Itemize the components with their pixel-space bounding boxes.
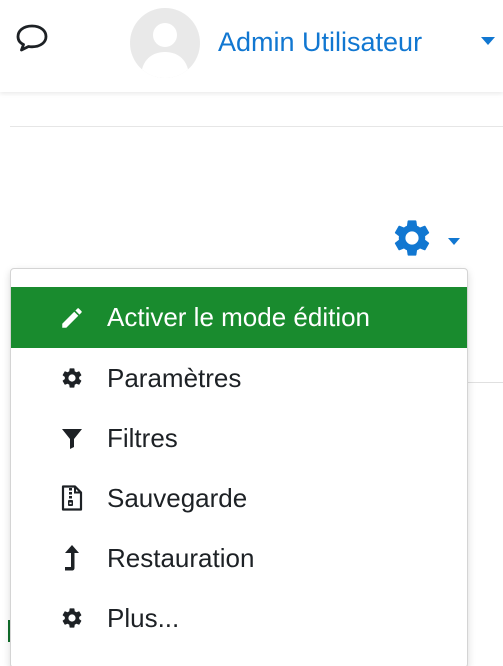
arrow-up-icon <box>59 545 85 571</box>
gear-icon <box>59 365 85 391</box>
menu-item-backup[interactable]: Sauvegarde <box>11 468 467 528</box>
menu-item-filters[interactable]: Filtres <box>11 408 467 468</box>
menu-item-label: Sauvegarde <box>107 482 248 513</box>
default-avatar-icon <box>141 23 189 78</box>
menu-item-restore[interactable]: Restauration <box>11 528 467 588</box>
message-button[interactable] <box>14 20 50 56</box>
avatar[interactable] <box>130 8 200 78</box>
actions-menu-button[interactable] <box>390 214 476 262</box>
menu-item-more[interactable]: Plus... <box>11 588 467 648</box>
gear-icon <box>59 605 85 631</box>
user-name[interactable]: Admin Utilisateur <box>218 27 422 58</box>
actions-dropdown-menu: Activer le mode édition Paramètres Filtr… <box>10 268 468 666</box>
content-divider <box>468 382 503 383</box>
menu-item-label: Restauration <box>107 542 255 573</box>
filter-icon <box>59 425 85 451</box>
menu-item-label: Filtres <box>107 422 178 453</box>
menu-item-edit-mode[interactable]: Activer le mode édition <box>11 287 467 348</box>
chevron-down-icon[interactable] <box>481 37 495 45</box>
page: Admin Utilisateur Activer le mode éditio… <box>0 0 503 666</box>
menu-item-settings[interactable]: Paramètres <box>11 348 467 408</box>
top-navbar: Admin Utilisateur <box>0 0 503 92</box>
menu-item-label: Plus... <box>107 602 180 633</box>
user-menu-toggle[interactable]: Admin Utilisateur <box>130 8 503 78</box>
menu-item-label: Paramètres <box>107 362 242 393</box>
gear-icon <box>394 220 430 256</box>
header-divider <box>10 126 503 127</box>
menu-item-label: Activer le mode édition <box>107 302 371 332</box>
chevron-down-icon[interactable] <box>448 237 460 245</box>
speech-bubble-icon <box>16 24 48 52</box>
pencil-icon <box>59 305 85 331</box>
file-archive-icon <box>59 485 85 511</box>
